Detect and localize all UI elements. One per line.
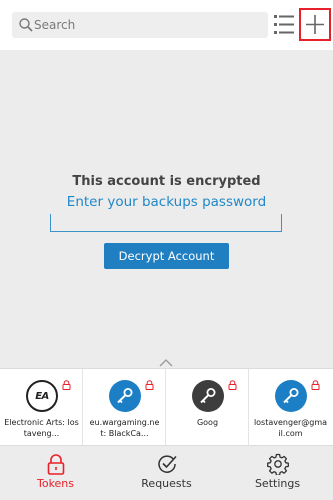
chevron-up-icon[interactable] <box>159 359 173 367</box>
key-icon <box>109 380 141 412</box>
gear-icon <box>267 453 289 475</box>
bottom-nav: Tokens Requests Settings <box>0 446 333 500</box>
token-goog[interactable]: Goog <box>166 369 249 447</box>
decrypt-account-button[interactable]: Decrypt Account <box>104 243 229 269</box>
tab-settings[interactable]: Settings <box>222 446 333 500</box>
tab-tokens[interactable]: Tokens <box>0 446 111 500</box>
add-token-button[interactable] <box>299 8 331 41</box>
tab-label: Settings <box>254 477 301 490</box>
list-icon <box>274 15 294 34</box>
password-prompt: Enter your backups password <box>66 194 267 210</box>
search-input[interactable] <box>34 12 264 38</box>
token-lostavenger[interactable]: lostavenger@gmail.com <box>249 369 333 447</box>
token-electronic-arts[interactable]: EA Electronic Arts: lostaveng... <box>0 369 83 447</box>
token-name: eu.wargaming.net: BlackCa... <box>89 418 160 438</box>
tab-requests[interactable]: Requests <box>111 446 222 500</box>
lock-icon <box>47 454 65 475</box>
encrypted-panel: This account is encrypted Enter your bac… <box>0 50 333 368</box>
encrypted-title: This account is encrypted <box>72 174 261 189</box>
top-bar <box>0 0 333 50</box>
lock-icon <box>228 380 237 390</box>
search-box[interactable] <box>12 12 268 38</box>
tab-label: Requests <box>141 477 192 490</box>
token-name: Goog <box>196 418 219 427</box>
backup-password-field[interactable] <box>50 214 282 232</box>
search-icon <box>19 18 33 32</box>
key-icon <box>275 380 307 412</box>
ea-logo: EA <box>26 380 58 412</box>
lock-icon <box>311 380 320 390</box>
lock-icon <box>145 380 154 390</box>
tab-label: Tokens <box>36 477 75 490</box>
token-name: Electronic Arts: lostaveng... <box>4 418 79 438</box>
plus-icon <box>306 15 324 34</box>
token-name: lostavenger@gmail.com <box>253 418 328 438</box>
lock-icon <box>62 380 71 390</box>
token-wargaming[interactable]: eu.wargaming.net: BlackCa... <box>83 369 166 447</box>
list-view-button[interactable] <box>274 14 294 36</box>
token-strip: EA Electronic Arts: lostaveng... eu.warg… <box>0 368 333 447</box>
check-circle-icon <box>158 455 177 473</box>
key-icon <box>192 380 224 412</box>
